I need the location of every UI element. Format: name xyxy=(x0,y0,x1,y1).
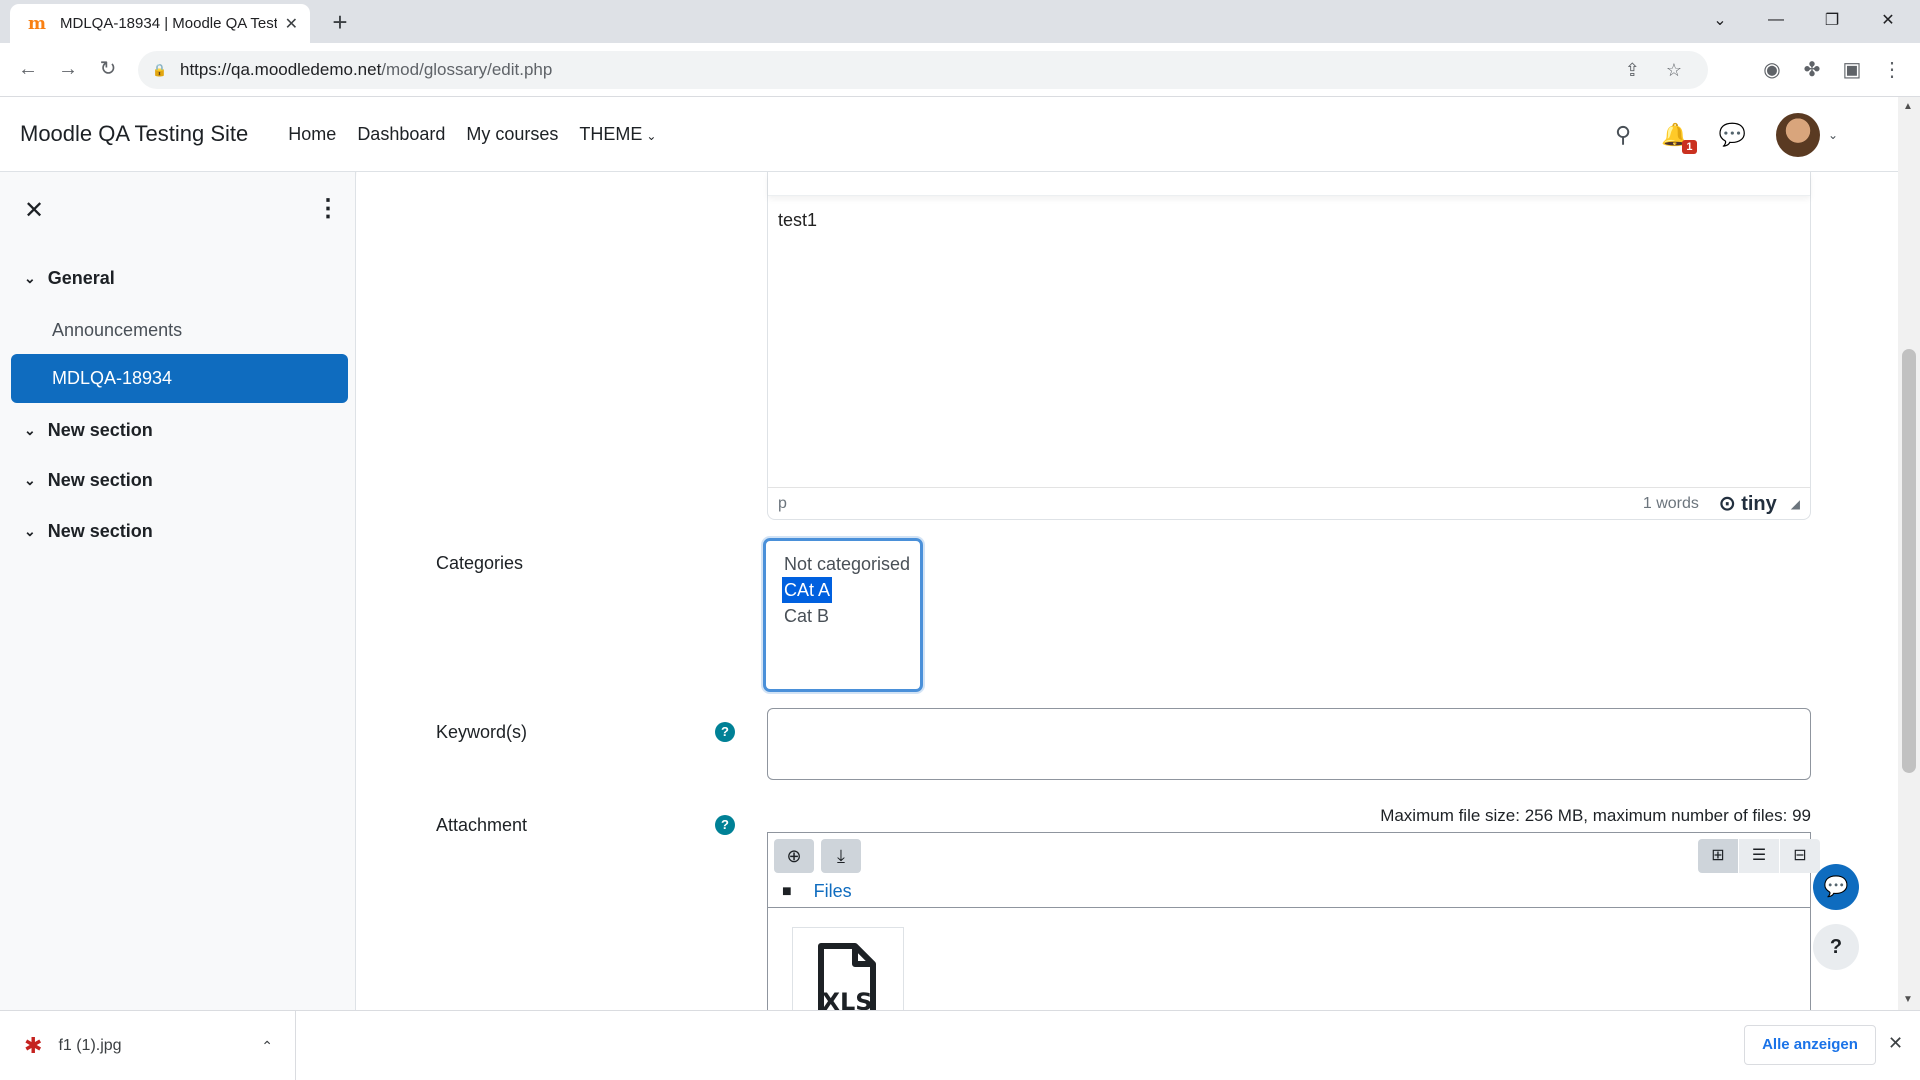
browser-tab[interactable]: m MDLQA-18934 | Moodle QA Testi ✕ xyxy=(10,4,310,43)
side-panel-icon[interactable]: ▣ xyxy=(1838,56,1866,84)
chevron-down-icon[interactable]: ⌄ xyxy=(24,422,36,439)
new-tab-button[interactable]: + xyxy=(326,8,354,36)
attachment-label: Attachment xyxy=(436,815,528,835)
download-bar: ✱ f1 (1).jpg ⌃ Alle anzeigen ✕ xyxy=(0,1010,1920,1080)
section-new-1[interactable]: ⌄ New section xyxy=(24,420,153,441)
section-new-2[interactable]: ⌄ New section xyxy=(24,470,153,491)
file-type-label: XLS xyxy=(821,988,872,1010)
add-file-icon[interactable]: ⊕ xyxy=(774,839,814,873)
chevron-down-icon: ⌄ xyxy=(646,128,657,143)
notification-badge: 1 xyxy=(1682,139,1697,154)
activity-announcements[interactable]: Announcements xyxy=(52,320,182,341)
categories-select[interactable]: Not categorised CAt A Cat B xyxy=(763,538,923,692)
chevron-down-icon[interactable]: ⌄ xyxy=(24,270,36,287)
browser-toolbar: ← → ↻ 🔒 https://qa.moodledemo.net/mod/gl… xyxy=(0,43,1920,97)
main-content: test1 p 1 words ⊙ tiny ◢ Categories Not … xyxy=(357,172,1898,1010)
chat-icon[interactable]: 💬 xyxy=(1813,864,1859,910)
keywords-textarea[interactable] xyxy=(767,708,1811,780)
back-arrow-icon[interactable]: ← xyxy=(12,53,44,85)
url-text: https://qa.moodledemo.net/mod/glossary/e… xyxy=(180,60,553,79)
page-scrollbar[interactable]: ▲ ▼ xyxy=(1898,97,1920,1010)
minimize-button[interactable]: — xyxy=(1748,0,1804,40)
tiny-logo[interactable]: ⊙ tiny xyxy=(1719,491,1777,516)
file-item[interactable]: XLS xyxy=(792,927,904,1010)
editor-toolbar[interactable] xyxy=(768,172,1810,196)
categories-label: Categories xyxy=(436,553,524,573)
activity-current[interactable]: MDLQA-18934 xyxy=(11,354,348,403)
word-count[interactable]: 1 words xyxy=(1643,495,1699,513)
nav-home[interactable]: Home xyxy=(288,124,336,145)
rich-text-editor[interactable]: test1 p 1 words ⊙ tiny ◢ xyxy=(767,172,1811,520)
download-file-name: f1 (1).jpg xyxy=(58,1037,122,1054)
search-icon[interactable]: ⚲ xyxy=(1615,122,1631,148)
resize-handle-icon[interactable]: ◢ xyxy=(1791,497,1800,511)
extensions-puzzle-icon[interactable]: ✤ xyxy=(1798,56,1826,84)
nav-dashboard[interactable]: Dashboard xyxy=(357,124,445,145)
maximize-button[interactable]: ❐ xyxy=(1804,0,1860,40)
category-option[interactable]: Not categorised xyxy=(784,551,920,577)
browser-menu-icon[interactable]: ⋮ xyxy=(1878,56,1906,84)
max-file-info: Maximum file size: 256 MB, maximum numbe… xyxy=(1380,806,1811,825)
image-file-icon: ✱ xyxy=(24,1033,43,1058)
scroll-down-arrow-icon[interactable]: ▼ xyxy=(1903,994,1913,1005)
list-view-icon[interactable]: ☰ xyxy=(1739,839,1779,873)
moodle-favicon-icon: m xyxy=(28,13,46,34)
site-brand[interactable]: Moodle QA Testing Site xyxy=(20,121,248,147)
reload-icon[interactable]: ↻ xyxy=(92,53,124,85)
category-option[interactable]: Cat B xyxy=(784,603,920,629)
keywords-label: Keyword(s) xyxy=(436,722,528,742)
folder-icon: ■ xyxy=(782,882,792,900)
user-menu-chevron-icon[interactable]: ⌄ xyxy=(1828,128,1838,142)
editor-content[interactable]: test1 xyxy=(778,210,817,231)
messages-icon[interactable]: 💬 xyxy=(1719,122,1746,148)
site-navbar: Moodle QA Testing Site Home Dashboard My… xyxy=(0,97,1898,172)
tab-close-icon[interactable]: ✕ xyxy=(285,14,298,34)
window-close-button[interactable]: ✕ xyxy=(1860,0,1916,40)
file-manager: ⊕ ⤓ ⊞ ☰ ⊟ ■ Files XLS xyxy=(767,832,1820,1010)
chevron-down-icon[interactable]: ⌄ xyxy=(24,523,36,540)
chevron-up-icon[interactable]: ⌃ xyxy=(261,1038,273,1055)
editor-statusbar: p 1 words ⊙ tiny ◢ xyxy=(768,487,1810,519)
show-all-button[interactable]: Alle anzeigen xyxy=(1744,1025,1876,1065)
forward-arrow-icon[interactable]: → xyxy=(52,53,84,85)
category-option-selected[interactable]: CAt A xyxy=(782,577,833,603)
extension-profile-icon[interactable]: ◉ xyxy=(1758,56,1786,84)
tab-search-chevron-icon[interactable]: ⌄ xyxy=(1692,0,1748,40)
tree-view-icon[interactable]: ⊟ xyxy=(1780,839,1820,873)
xls-file-icon: XLS xyxy=(818,943,876,1010)
grid-view-icon[interactable]: ⊞ xyxy=(1698,839,1738,873)
address-bar[interactable]: 🔒 https://qa.moodledemo.net/mod/glossary… xyxy=(138,51,1708,89)
help-icon[interactable]: ? xyxy=(715,722,735,742)
element-path[interactable]: p xyxy=(778,495,1643,513)
scroll-thumb[interactable] xyxy=(1902,349,1916,773)
notification-bell-icon[interactable]: 🔔 1 xyxy=(1661,122,1697,154)
file-path: ■ Files xyxy=(782,881,852,902)
scroll-up-arrow-icon[interactable]: ▲ xyxy=(1903,101,1913,112)
kebab-menu-icon[interactable]: ⋮ xyxy=(316,194,340,223)
chevron-down-icon[interactable]: ⌄ xyxy=(24,472,36,489)
nav-theme[interactable]: THEME ⌄ xyxy=(579,124,656,145)
section-general[interactable]: ⌄ General xyxy=(24,268,115,289)
nav-my-courses[interactable]: My courses xyxy=(466,124,558,145)
download-icon[interactable]: ⤓ xyxy=(821,839,861,873)
avatar[interactable] xyxy=(1775,112,1820,157)
browser-tab-strip: m MDLQA-18934 | Moodle QA Testi ✕ + ⌄ — … xyxy=(0,0,1920,43)
close-download-bar-icon[interactable]: ✕ xyxy=(1888,1033,1903,1054)
download-item[interactable]: ✱ f1 (1).jpg ⌃ xyxy=(0,1011,296,1080)
close-drawer-icon[interactable]: ✕ xyxy=(24,196,44,225)
section-new-3[interactable]: ⌄ New section xyxy=(24,521,153,542)
share-icon[interactable]: ⇪ xyxy=(1625,60,1640,81)
file-manager-toolbar: ⊕ ⤓ ⊞ ☰ ⊟ ■ Files xyxy=(768,833,1820,908)
bookmark-star-icon[interactable]: ☆ xyxy=(1666,60,1682,81)
lock-icon: 🔒 xyxy=(152,63,167,77)
help-icon[interactable]: ? xyxy=(715,815,735,835)
help-button[interactable]: ? xyxy=(1813,924,1859,970)
tab-title: MDLQA-18934 | Moodle QA Testi xyxy=(60,15,277,32)
files-link[interactable]: Files xyxy=(814,881,852,902)
course-index-drawer: ✕ ⋮ ⌄ General Announcements MDLQA-18934 … xyxy=(0,172,356,1010)
